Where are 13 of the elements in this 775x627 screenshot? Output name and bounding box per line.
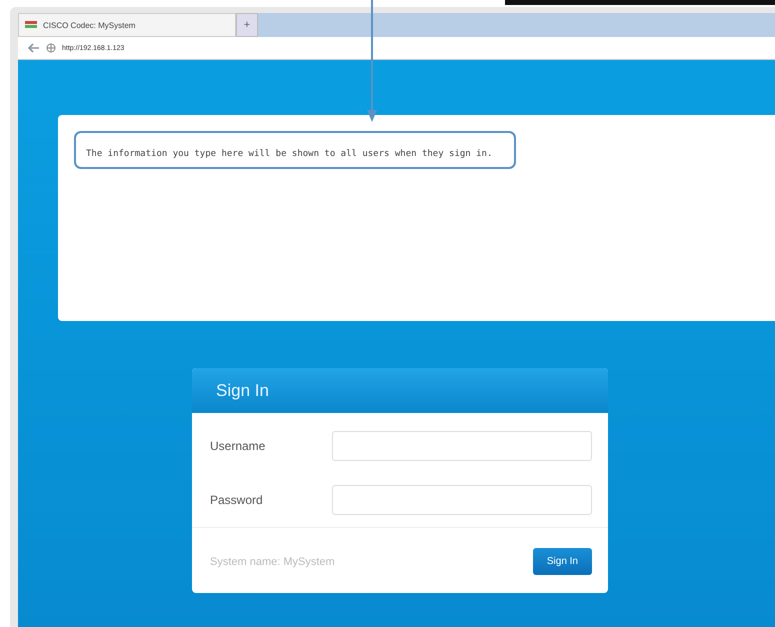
back-icon[interactable] — [26, 42, 40, 54]
browser-tab[interactable]: CISCO Codec: MySystem — [18, 13, 236, 37]
field-label: Password — [210, 493, 263, 507]
card-title: Sign In — [216, 380, 269, 400]
input-field[interactable] — [332, 485, 592, 515]
new-tab-button[interactable]: + — [236, 13, 258, 37]
globe-icon — [46, 43, 56, 53]
favicon-icon — [25, 21, 37, 29]
input-field[interactable] — [332, 431, 592, 461]
banner-text: The information you type here will be shown to all users when they sign in. — [86, 149, 492, 159]
field-label: Username — [210, 439, 266, 453]
system-name: System name: MySystem — [210, 556, 335, 568]
sign-in-button[interactable]: Sign In — [532, 548, 592, 575]
